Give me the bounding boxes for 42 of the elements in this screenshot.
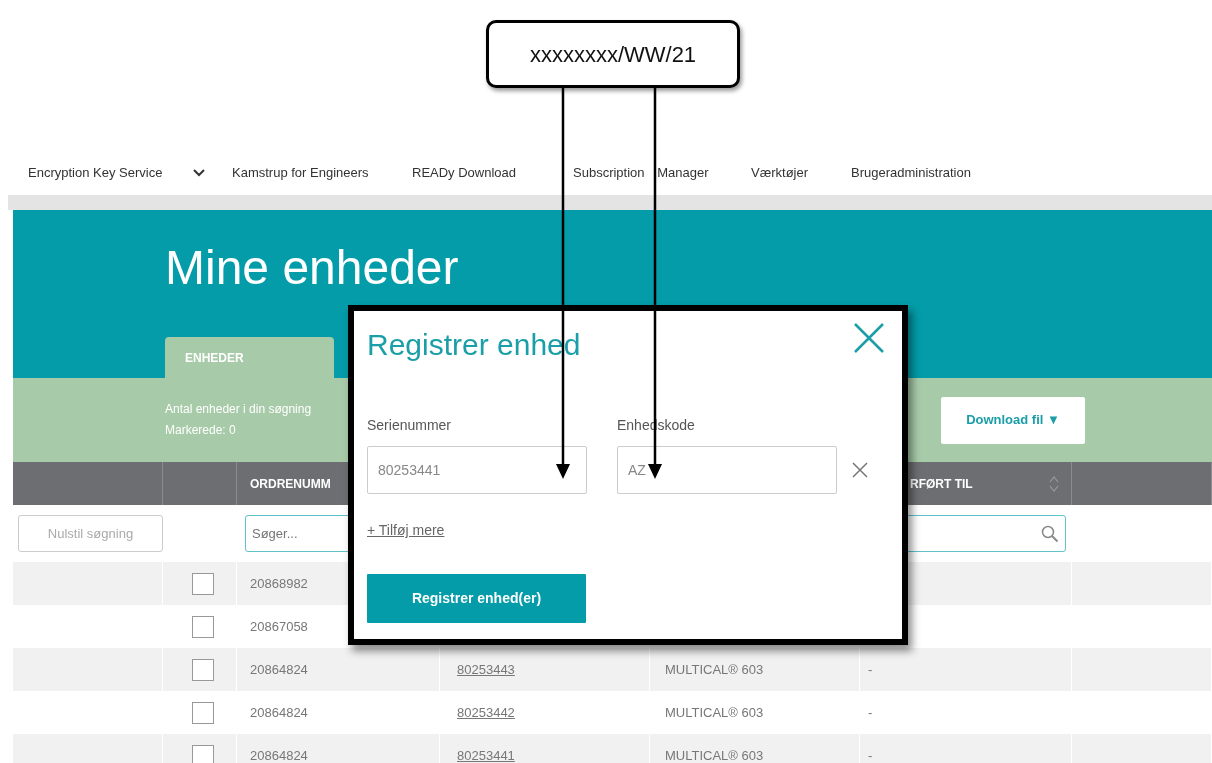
column-header: ORDRENUMM <box>250 475 331 493</box>
transferred-to: - <box>868 746 873 763</box>
nav-link[interactable]: Værktøjer <box>751 162 851 183</box>
order-number: 20868982 <box>250 574 308 593</box>
summary-text: Antal enheder i din søgning <box>165 401 312 418</box>
order-number: 20864824 <box>250 660 308 679</box>
chevron-down-icon[interactable] <box>193 168 205 177</box>
page-title: Mine enheder <box>165 242 460 295</box>
close-icon[interactable] <box>853 322 885 354</box>
nav-link[interactable]: Brugeradministration <box>851 162 971 183</box>
nav-link[interactable]: READy Download <box>412 162 573 183</box>
callout-label: xxxxxxxx/WW/21 <box>486 20 740 88</box>
download-button[interactable]: Download fil ▼ <box>941 396 1085 444</box>
order-number: 20867058 <box>250 617 308 636</box>
row-checkbox[interactable] <box>192 615 214 638</box>
product-name: MULTICAL® 603 <box>665 660 764 679</box>
reset-search-button[interactable]: Nulstil søgning <box>18 515 163 552</box>
transferred-to: - <box>868 703 873 722</box>
field-label: Serienummer <box>367 416 452 435</box>
row-checkbox[interactable] <box>192 744 214 763</box>
row-checkbox[interactable] <box>192 658 214 681</box>
search-icon[interactable] <box>1041 524 1059 543</box>
register-button[interactable]: Registrer enhed(er) <box>367 574 586 623</box>
product-name: MULTICAL® 603 <box>665 746 764 763</box>
input-field[interactable]: 80253441 <box>367 446 587 494</box>
column-header: RFØRT TIL <box>910 475 973 493</box>
serial-link[interactable]: 80253443 <box>457 659 515 680</box>
row-checkbox[interactable] <box>192 572 214 595</box>
order-number: 20864824 <box>250 746 308 763</box>
nav-link[interactable]: Subscription Manager <box>573 162 751 183</box>
summary-text: Markerede: 0 <box>165 422 237 439</box>
order-number: 20864824 <box>250 703 308 722</box>
serial-link[interactable]: 80253441 <box>457 745 515 763</box>
remove-icon[interactable] <box>852 462 868 478</box>
sort-icon[interactable] <box>1049 475 1059 492</box>
row-checkbox[interactable] <box>192 701 214 724</box>
input-field[interactable]: AZ <box>617 446 837 494</box>
transferred-to: - <box>868 660 873 679</box>
serial-link[interactable]: 80253442 <box>457 702 515 723</box>
nav-link[interactable]: Kamstrup for Engineers <box>232 162 412 183</box>
product-name: MULTICAL® 603 <box>665 703 764 722</box>
nav-link[interactable]: Encryption Key Service <box>28 162 193 183</box>
